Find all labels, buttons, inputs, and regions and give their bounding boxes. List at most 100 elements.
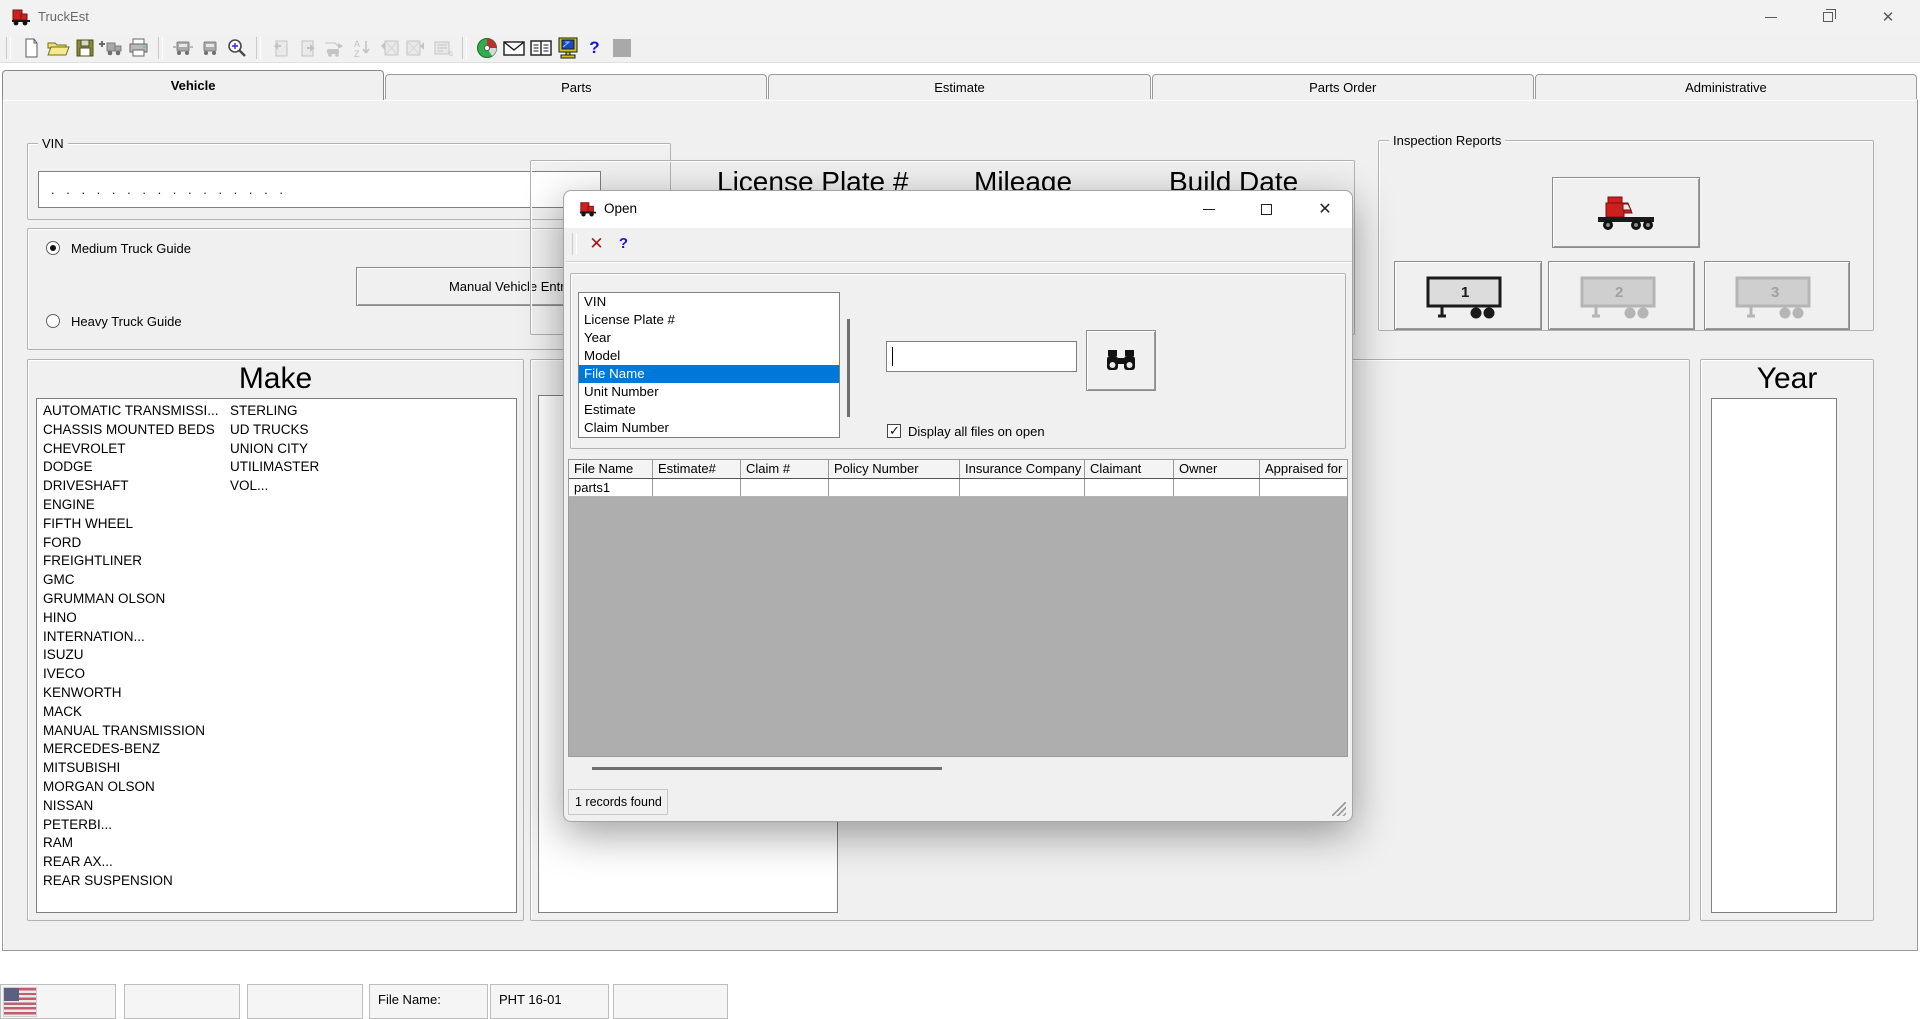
make-item[interactable]: GMC xyxy=(43,571,219,590)
make-item[interactable]: KENWORTH xyxy=(43,684,219,703)
field-list-scrollbar[interactable] xyxy=(841,292,857,438)
column-header[interactable]: Appraised for xyxy=(1260,460,1347,478)
policy-cell[interactable] xyxy=(829,479,960,496)
column-header[interactable]: Claim # xyxy=(741,460,829,478)
minimize-button[interactable] xyxy=(1748,0,1794,34)
make-item[interactable]: CHEVROLET xyxy=(43,440,219,459)
search-field-option[interactable]: License Plate # xyxy=(579,311,839,329)
make-item[interactable]: MITSUBISHI xyxy=(43,759,219,778)
column-header[interactable]: File Name xyxy=(569,460,653,478)
help-icon[interactable]: ? xyxy=(581,36,608,60)
make-item[interactable]: MANUAL TRANSMISSION xyxy=(43,722,219,741)
save-file-icon[interactable] xyxy=(71,36,98,60)
make-item[interactable]: PETERBI... xyxy=(43,816,219,835)
make-item[interactable]: ENGINE xyxy=(43,496,219,515)
year-listbox[interactable] xyxy=(1711,398,1837,913)
make-item[interactable]: CHASSIS MOUNTED BEDS xyxy=(43,421,219,440)
make-item[interactable]: NISSAN xyxy=(43,797,219,816)
stop-icon[interactable] xyxy=(608,36,635,60)
cd-rom-icon[interactable] xyxy=(473,36,500,60)
column-header[interactable]: Owner xyxy=(1174,460,1260,478)
make-item[interactable]: STERLING xyxy=(230,402,319,421)
dialog-help-icon[interactable]: ? xyxy=(610,232,637,256)
parts-catalog-icon[interactable] xyxy=(527,36,554,60)
display-all-files-checkbox[interactable] xyxy=(887,424,901,438)
make-item[interactable]: MACK xyxy=(43,703,219,722)
new-file-icon[interactable] xyxy=(17,36,44,60)
owner-cell[interactable] xyxy=(1174,479,1260,496)
make-item[interactable]: INTERNATION... xyxy=(43,628,219,647)
compare-trucks-icon[interactable] xyxy=(169,36,196,60)
email-icon[interactable] xyxy=(500,36,527,60)
search-field-option[interactable]: Year xyxy=(579,329,839,347)
dialog-minimize-button[interactable] xyxy=(1186,191,1232,228)
make-item[interactable]: REAR SUSPENSION xyxy=(43,872,219,891)
trailer-2-inspection-button[interactable]: 2 xyxy=(1548,261,1695,330)
heavy-truck-guide-radio[interactable] xyxy=(46,314,60,328)
add-vehicle-icon[interactable] xyxy=(98,36,125,60)
appraised-cell[interactable] xyxy=(1260,479,1347,496)
make-item[interactable]: HINO xyxy=(43,609,219,628)
make-item[interactable]: MORGAN OLSON xyxy=(43,778,219,797)
make-item[interactable]: DODGE xyxy=(43,458,219,477)
medium-truck-guide-radio[interactable] xyxy=(46,241,60,255)
dialog-close-button[interactable]: ✕ xyxy=(1302,191,1348,228)
tab-parts[interactable]: Parts xyxy=(385,74,767,100)
zoom-icon[interactable] xyxy=(223,36,250,60)
search-field-option[interactable]: Unit Number xyxy=(579,383,839,401)
make-item[interactable]: UNION CITY xyxy=(230,440,319,459)
column-header[interactable]: Claimant xyxy=(1085,460,1174,478)
files-table-hscrollbar[interactable] xyxy=(568,761,1348,776)
make-item[interactable]: FREIGHTLINER xyxy=(43,552,219,571)
file-name-cell[interactable]: parts1 xyxy=(569,479,653,496)
toolbar-handle[interactable] xyxy=(572,233,577,255)
open-file-icon[interactable] xyxy=(44,36,71,60)
find-button[interactable] xyxy=(1086,330,1156,391)
make-item[interactable]: GRUMMAN OLSON xyxy=(43,590,219,609)
resize-grip[interactable] xyxy=(1332,802,1346,816)
claim-cell[interactable] xyxy=(741,479,829,496)
column-header[interactable]: Estimate# xyxy=(653,460,741,478)
make-item[interactable]: MERCEDES-BENZ xyxy=(43,740,219,759)
make-item[interactable]: DRIVESHAFT xyxy=(43,477,219,496)
search-field-listbox[interactable]: VIN License Plate # Year Model File Name… xyxy=(578,292,840,438)
search-input[interactable] xyxy=(886,341,1077,372)
make-item[interactable]: REAR AX... xyxy=(43,853,219,872)
insurance-cell[interactable] xyxy=(960,479,1085,496)
make-item[interactable]: IVECO xyxy=(43,665,219,684)
column-header[interactable]: Insurance Company xyxy=(960,460,1085,478)
search-field-option[interactable]: Model xyxy=(579,347,839,365)
tab-estimate[interactable]: Estimate xyxy=(768,74,1150,100)
make-item[interactable]: UTILIMASTER xyxy=(230,458,319,477)
cancel-icon[interactable]: ✕ xyxy=(583,232,610,256)
make-listbox[interactable]: AUTOMATIC TRANSMISSI...CHASSIS MOUNTED B… xyxy=(36,398,517,913)
vin-input[interactable]: . . . . . . . . . . . . . . . . xyxy=(38,171,601,208)
tab-vehicle[interactable]: Vehicle xyxy=(2,70,384,100)
scrollbar-thumb[interactable] xyxy=(847,319,850,417)
make-item[interactable]: FORD xyxy=(43,534,219,553)
search-field-option[interactable]: Estimate xyxy=(579,401,839,419)
workstation-icon[interactable] xyxy=(554,36,581,60)
make-item[interactable]: ISUZU xyxy=(43,646,219,665)
tractor-inspection-button[interactable] xyxy=(1552,177,1700,248)
search-field-option[interactable]: Claim Number xyxy=(579,419,839,437)
trailer-3-inspection-button[interactable]: 3 xyxy=(1704,261,1850,330)
toolbar-handle[interactable] xyxy=(6,37,11,59)
file-row[interactable]: parts1 xyxy=(569,479,1347,497)
view-truck-icon[interactable] xyxy=(196,36,223,60)
print-icon[interactable] xyxy=(125,36,152,60)
close-button[interactable]: ✕ xyxy=(1865,0,1911,34)
scrollbar-thumb[interactable] xyxy=(592,767,942,770)
make-item[interactable]: UD TRUCKS xyxy=(230,421,319,440)
make-item[interactable]: RAM xyxy=(43,834,219,853)
tab-parts-order[interactable]: Parts Order xyxy=(1152,74,1534,100)
make-item[interactable]: FIFTH WHEEL xyxy=(43,515,219,534)
column-header[interactable]: Policy Number xyxy=(829,460,960,478)
trailer-1-inspection-button[interactable]: 1 xyxy=(1394,261,1542,330)
make-item[interactable]: AUTOMATIC TRANSMISSI... xyxy=(43,402,219,421)
tab-administrative[interactable]: Administrative xyxy=(1535,74,1917,100)
dialog-maximize-button[interactable] xyxy=(1243,191,1289,228)
make-item[interactable]: VOL... xyxy=(230,477,319,496)
estimate-cell[interactable] xyxy=(653,479,741,496)
search-field-option-selected[interactable]: File Name xyxy=(579,365,839,383)
